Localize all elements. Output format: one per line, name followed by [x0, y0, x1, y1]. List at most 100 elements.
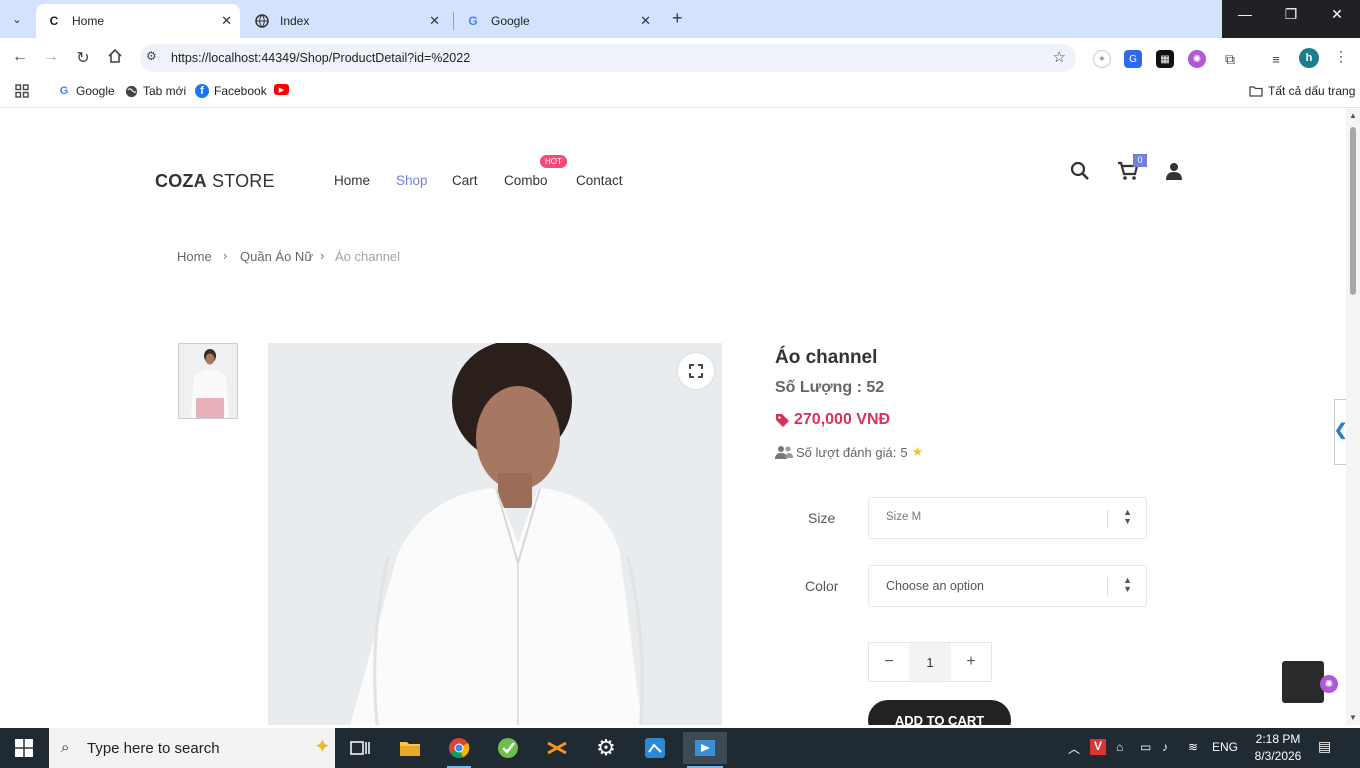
tab-index[interactable]: Index ✕	[244, 4, 448, 38]
product-thumbnail[interactable]	[178, 343, 238, 419]
floating-brain-icon[interactable]: ✺	[1320, 675, 1338, 693]
close-tab-icon[interactable]: ✕	[640, 13, 651, 29]
chevron-right-icon: ›	[320, 248, 325, 263]
tab-home[interactable]: C Home ✕	[36, 4, 240, 38]
quantity-stepper: − 1 +	[868, 642, 992, 682]
chrome-menu-icon[interactable]: ⋮	[1334, 48, 1348, 65]
tab-search-icon[interactable]: ⌄	[6, 8, 28, 30]
bookmarks-bar: G Google Tab mới f Facebook ▶ Tất cả dấu…	[0, 78, 1360, 108]
minimize-icon[interactable]: —	[1230, 6, 1260, 22]
windows-taskbar: ⌕ Type here to search ✦ ⚙ ︿ V ⌂ ▭ ♪ ≋ EN…	[0, 728, 1360, 768]
fullscreen-expand-button[interactable]	[678, 353, 714, 389]
scroll-down-icon[interactable]: ▼	[1349, 713, 1357, 722]
chat-widget-icon[interactable]	[1282, 661, 1324, 703]
site-logo[interactable]: COZA STORE	[155, 171, 275, 192]
nav-home[interactable]: Home	[334, 173, 370, 188]
sparkle-icon: ✦	[314, 736, 331, 758]
clock-date: 8/3/2026	[1254, 749, 1302, 763]
breadcrumb-category[interactable]: Quần Áo Nữ	[240, 249, 313, 264]
settings-gear-icon[interactable]: ⚙	[590, 732, 622, 764]
hot-badge: HOT	[540, 155, 567, 168]
price-tag-icon	[776, 413, 789, 427]
visual-studio-icon[interactable]	[683, 732, 727, 768]
bookmark-star-icon[interactable]: ☆	[1053, 48, 1066, 66]
extension-compass-icon[interactable]: ✦	[1093, 50, 1111, 68]
tray-battery-icon[interactable]: ▭	[1140, 740, 1151, 754]
address-bar[interactable]: ⚙ https://localhost:44349/Shop/ProductDe…	[140, 44, 1076, 72]
facebook-icon: f	[195, 84, 209, 98]
logo-light: STORE	[206, 171, 275, 191]
bookmark-tab-moi[interactable]: Tab mới	[124, 84, 186, 98]
search-icon[interactable]	[1068, 159, 1092, 183]
forward-icon[interactable]: →	[41, 48, 61, 66]
select-divider	[1107, 510, 1108, 528]
home-icon[interactable]	[105, 48, 125, 69]
scroll-thumb[interactable]	[1350, 127, 1356, 295]
size-select[interactable]: Size M ▲ ▼	[868, 497, 1147, 539]
tray-network-icon[interactable]: ≋	[1188, 740, 1198, 754]
scroll-up-icon[interactable]: ▲	[1349, 111, 1357, 120]
blue-app-icon[interactable]	[639, 732, 671, 764]
breadcrumb-home[interactable]: Home	[177, 249, 212, 264]
bookmark-google[interactable]: G Google	[57, 84, 115, 98]
restore-icon[interactable]: ❐	[1276, 6, 1306, 23]
nav-combo[interactable]: Combo	[504, 173, 548, 188]
green-app-icon[interactable]	[492, 732, 524, 764]
tab-title: Google	[491, 14, 530, 28]
notification-center-icon[interactable]: ▤	[1318, 738, 1331, 755]
bookmark-youtube[interactable]: ▶	[274, 84, 294, 95]
taskbar-search-box[interactable]: ⌕ Type here to search ✦	[49, 728, 335, 768]
bookmark-label: Google	[76, 84, 115, 98]
add-to-cart-button[interactable]: ADD TO CART	[868, 700, 1011, 725]
windows-start-icon[interactable]	[0, 728, 48, 768]
extension-translate-icon[interactable]: G	[1124, 50, 1142, 68]
tab-title: Home	[72, 14, 105, 28]
profile-avatar[interactable]: h	[1299, 48, 1319, 68]
back-icon[interactable]: ←	[10, 48, 30, 66]
new-tab-icon[interactable]: +	[672, 8, 683, 29]
user-icon[interactable]	[1162, 159, 1186, 183]
tray-meet-icon[interactable]: ⌂	[1116, 740, 1123, 754]
tray-chevron-up-icon[interactable]: ︿	[1068, 740, 1080, 757]
nav-shop[interactable]: Shop	[396, 173, 428, 188]
input-language[interactable]: ENG	[1212, 740, 1238, 754]
close-window-icon[interactable]: ✕	[1322, 6, 1352, 23]
task-view-icon[interactable]	[344, 732, 376, 764]
file-explorer-icon[interactable]	[394, 732, 426, 764]
increase-quantity-button[interactable]: +	[951, 643, 991, 681]
product-rating: Số lượt đánh giá: 5 ★	[775, 444, 923, 460]
page-scrollbar[interactable]: ▲ ▼	[1346, 109, 1360, 725]
quantity-input[interactable]: 1	[909, 643, 951, 681]
site-info-icon[interactable]: ⚙	[146, 49, 157, 63]
globe-icon	[254, 13, 270, 29]
media-control-icon[interactable]: ≡	[1267, 50, 1285, 68]
all-bookmarks-folder[interactable]: Tất cả dấu trang	[1249, 84, 1355, 98]
reload-icon[interactable]: ↻	[73, 48, 93, 68]
decrease-quantity-button[interactable]: −	[869, 643, 909, 681]
nav-cart[interactable]: Cart	[452, 173, 478, 188]
nav-contact[interactable]: Contact	[576, 173, 623, 188]
tab-google[interactable]: G Google ✕	[455, 4, 659, 38]
product-main-image	[268, 343, 722, 725]
price-value: 270,000 VNĐ	[794, 411, 891, 428]
tray-volume-icon[interactable]: ♪	[1162, 740, 1168, 754]
product-title: Áo channel	[775, 347, 878, 368]
rating-value: 5	[900, 444, 908, 460]
side-panel-toggle[interactable]: ❮	[1334, 399, 1346, 465]
size-select-value: Size M	[886, 511, 922, 523]
extensions-puzzle-icon[interactable]: ⧉	[1221, 50, 1239, 68]
close-tab-icon[interactable]: ✕	[429, 13, 440, 29]
taskbar-clock[interactable]: 2:18 PM 8/3/2026	[1248, 731, 1308, 765]
chrome-icon[interactable]	[443, 732, 475, 768]
close-tab-icon[interactable]: ✕	[221, 13, 232, 29]
apps-grid-icon[interactable]	[15, 84, 29, 98]
extension-brain-icon[interactable]: ✺	[1188, 50, 1206, 68]
logo-bold: COZA	[155, 171, 207, 191]
color-select[interactable]: Choose an option ▲ ▼	[868, 565, 1147, 607]
visual-studio-code-icon[interactable]	[541, 732, 573, 764]
extension-app-icon[interactable]: ▦	[1156, 50, 1174, 68]
google-icon: G	[59, 85, 69, 97]
tray-v-app-icon[interactable]: V	[1090, 739, 1106, 755]
bookmark-facebook[interactable]: f Facebook	[195, 84, 267, 98]
google-icon: G	[468, 14, 478, 28]
